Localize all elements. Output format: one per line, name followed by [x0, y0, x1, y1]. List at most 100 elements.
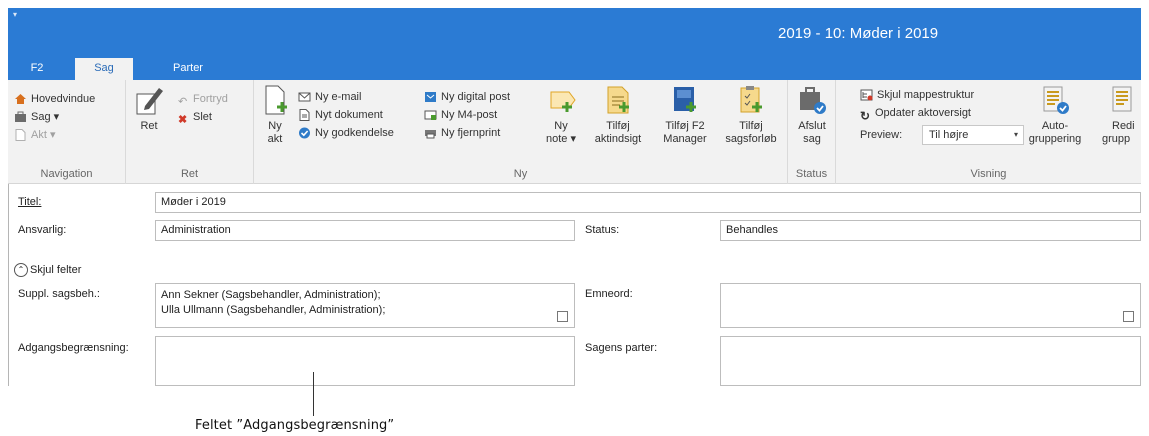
group-ny: Ny akt Ny e-mail Nyt dokument Ny godkend…	[254, 80, 788, 184]
titel-label: Titel:	[18, 196, 42, 208]
slet-label: Slet	[193, 111, 212, 123]
ny-digital-post-button[interactable]: Ny digital post	[424, 88, 510, 106]
group-label-navigation: Navigation	[40, 168, 93, 180]
adgangsbegraensning-field[interactable]	[155, 336, 575, 386]
opdater-aktoversigt-button[interactable]: ↻ Opdater aktoversigt	[860, 104, 971, 123]
fortryd-label: Fortryd	[193, 93, 228, 105]
suppl-sagsbeh-entry: Ulla Ullmann (Sagsbehandler, Administrat…	[161, 304, 386, 316]
auto-gruppering-button[interactable]: Auto- gruppering	[1024, 84, 1086, 146]
email-icon	[298, 92, 311, 102]
edit-pencil-icon	[136, 88, 163, 115]
skjul-mappestruktur-label: Skjul mappestruktur	[877, 89, 975, 101]
ny-m4-post-button[interactable]: Ny M4-post	[424, 106, 497, 124]
callout-caption: Feltet ”Adgangsbegrænsning”	[195, 418, 395, 433]
tilfoej-sagsforloeb-label-1: Tilføj	[739, 120, 763, 132]
ny-digital-post-label: Ny digital post	[441, 91, 511, 103]
ny-note-button[interactable]: Ny note ▾	[542, 84, 580, 146]
delete-x-icon: ✖	[178, 114, 188, 127]
f2-case-window: ▾ 2019 - 10: Møder i 2019 F2 Sag Parter …	[0, 0, 1149, 436]
rediger-gruppering-label-2: grupp	[1102, 133, 1131, 145]
sag-menu-button[interactable]: Sag ▾	[14, 108, 59, 126]
tilfoej-aktindsigt-button[interactable]: Tilføj aktindsigt	[590, 84, 646, 146]
afslut-sag-label-2: sag	[803, 133, 821, 145]
approval-check-icon	[299, 127, 310, 139]
sagens-parter-field[interactable]	[720, 336, 1141, 386]
ny-godkendelse-label: Ny godkendelse	[315, 127, 394, 139]
tilfoej-f2-manager-label-1: Tilføj F2	[665, 120, 705, 132]
preview-label: Preview:	[860, 129, 903, 141]
group-label-ny: Ny	[513, 168, 528, 180]
nyt-dokument-button[interactable]: Nyt dokument	[298, 106, 383, 124]
tilfoej-f2-manager-button[interactable]: Tilføj F2 Manager	[656, 84, 714, 146]
title-bar: ▾ 2019 - 10: Møder i 2019	[8, 8, 1141, 58]
auto-gruppering-label-2: gruppering	[1028, 133, 1082, 145]
case-icon	[15, 111, 26, 123]
emneord-field[interactable]	[720, 283, 1141, 328]
suppl-sagsbeh-field[interactable]: Ann Sekner (Sagsbehandler, Administratio…	[155, 283, 575, 328]
ret-button[interactable]: Ret	[132, 84, 166, 133]
m4-post-icon	[424, 110, 437, 121]
digital-post-icon	[425, 92, 436, 103]
window-title: 2019 - 10: Møder i 2019	[778, 25, 939, 42]
remote-print-icon	[425, 130, 436, 139]
tab-sag[interactable]: Sag	[75, 58, 133, 80]
ny-godkendelse-button[interactable]: Ny godkendelse	[298, 124, 394, 142]
group-visning: Skjul mappestruktur ↻ Opdater aktoversigt…	[836, 80, 1141, 184]
tilfoej-aktindsigt-label-2: aktindsigt	[594, 133, 642, 145]
callout-line	[313, 372, 314, 416]
ny-email-button[interactable]: Ny e-mail	[298, 88, 361, 106]
fortryd-button[interactable]: ↶ Fortryd	[178, 90, 228, 108]
access-request-icon	[607, 86, 629, 114]
note-icon	[550, 91, 576, 112]
ansvarlig-label: Ansvarlig:	[18, 224, 67, 236]
tilfoej-sagsforloeb-label-2: sagsforløb	[725, 133, 777, 145]
afslut-sag-button[interactable]: Afslut sag	[792, 84, 832, 146]
akt-menu-label: Akt ▾	[31, 129, 56, 141]
hovedvindue-label: Hovedvindue	[31, 93, 96, 105]
group-label-visning: Visning	[970, 168, 1007, 180]
slet-button[interactable]: ✖ Slet	[178, 108, 212, 126]
case-flow-clipboard-icon	[740, 86, 762, 113]
group-navigation: Hovedvindue Sag ▾ Akt ▾ Navigation	[8, 80, 126, 184]
ny-m4-post-label: Ny M4-post	[441, 109, 498, 121]
titel-field[interactable]: Møder i 2019	[155, 192, 1141, 213]
tilfoej-sagsforloeb-button[interactable]: Tilføj sagsforløb	[720, 84, 782, 146]
home-icon	[15, 94, 26, 105]
ny-fjernprint-button[interactable]: Ny fjernprint	[424, 124, 500, 142]
ret-label: Ret	[140, 120, 158, 132]
preview-select[interactable]: Til højre ▾	[922, 125, 1024, 145]
chevron-up-icon: ⌃	[14, 263, 28, 277]
document-icon	[299, 109, 310, 122]
akt-menu-button[interactable]: Akt ▾	[14, 126, 55, 144]
skjul-mappestruktur-button[interactable]: Skjul mappestruktur	[860, 86, 974, 104]
skjul-felter-toggle[interactable]: ⌃ Skjul felter	[14, 263, 81, 277]
afslut-sag-label-1: Afslut	[798, 120, 826, 132]
rediger-gruppering-button[interactable]: Redi grupp	[1092, 84, 1142, 146]
quick-access-toolbar-icon[interactable]: ▾	[13, 10, 17, 19]
expand-field-icon[interactable]	[557, 311, 568, 322]
rediger-gruppering-label-1: Redi	[1112, 120, 1135, 132]
skjul-felter-label: Skjul felter	[30, 263, 82, 276]
suppl-sagsbeh-entry: Ann Sekner (Sagsbehandler, Administratio…	[161, 289, 381, 301]
hovedvindue-button[interactable]: Hovedvindue	[14, 90, 95, 108]
sagens-parter-label: Sagens parter:	[585, 342, 658, 354]
group-ret: Ret ↶ Fortryd ✖ Slet Ret	[126, 80, 254, 184]
ansvarlig-field[interactable]: Administration	[155, 220, 575, 241]
opdater-aktoversigt-label: Opdater aktoversigt	[875, 107, 971, 119]
ny-akt-button[interactable]: Ny akt	[260, 84, 290, 146]
ny-note-label-1: Ny	[554, 120, 568, 132]
adgangsbegraensning-label: Adgangsbegrænsning:	[18, 342, 129, 354]
ny-akt-label-1: Ny	[268, 120, 282, 132]
status-label: Status:	[585, 224, 620, 236]
left-border	[8, 184, 9, 386]
expand-field-icon[interactable]	[1123, 311, 1134, 322]
folder-tree-icon	[860, 89, 873, 101]
auto-grouping-icon	[1043, 86, 1069, 114]
status-field[interactable]: Behandles	[720, 220, 1141, 241]
tab-f2[interactable]: F2	[16, 58, 58, 80]
ny-akt-label-2: akt	[267, 133, 283, 145]
tab-parter[interactable]: Parter	[158, 58, 218, 80]
f2-manager-icon	[674, 87, 696, 112]
undo-icon: ↶	[178, 96, 188, 109]
new-document-icon	[265, 85, 287, 115]
